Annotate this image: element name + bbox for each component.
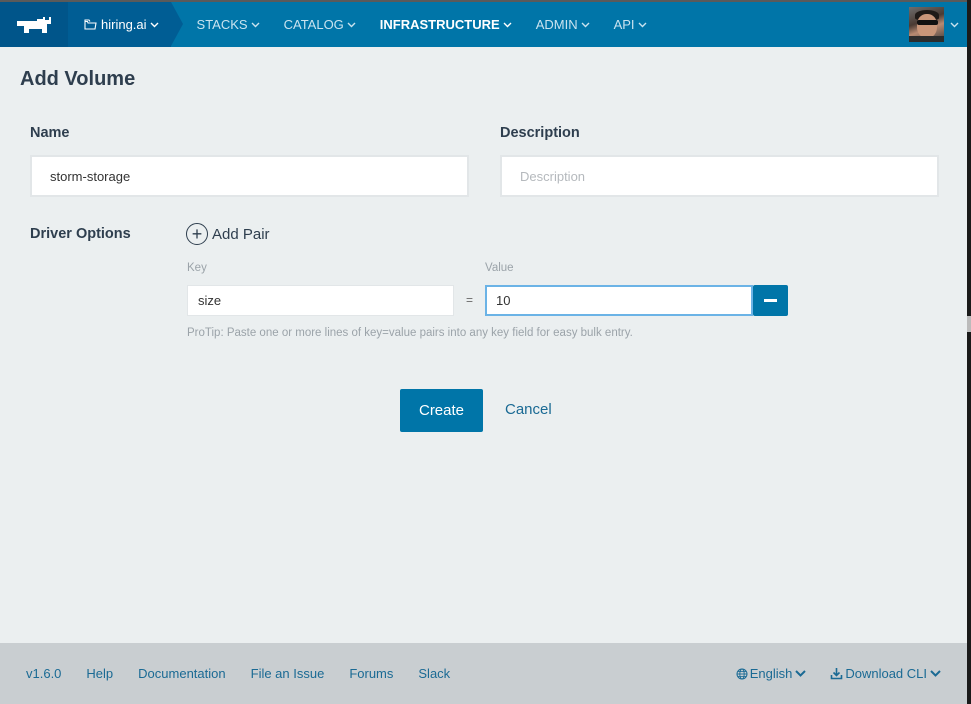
cow-logo-icon [17, 16, 51, 33]
footer-link-help[interactable]: Help [86, 666, 113, 681]
nav-stacks-label: STACKS [196, 17, 248, 32]
name-input[interactable] [30, 155, 469, 197]
plus-circle-icon: + [186, 223, 208, 245]
remove-pair-button[interactable] [753, 285, 788, 316]
chevron-down-icon [251, 22, 260, 27]
minus-icon [764, 299, 777, 302]
user-menu[interactable] [909, 2, 967, 47]
nav-infrastructure-label: INFRASTRUCTURE [379, 17, 500, 32]
nav-api-label: API [613, 17, 635, 32]
folder-icon [84, 19, 97, 30]
top-nav-bar: hiring.ai STACKS CATALOG INFRASTRUCTURE … [0, 2, 967, 47]
user-avatar [909, 7, 944, 42]
driver-options-label: Driver Options [30, 226, 131, 242]
language-selector[interactable]: English [736, 666, 809, 681]
scrollbar-thumb[interactable] [967, 316, 971, 332]
page-title: Add Volume [20, 68, 136, 90]
name-label: Name [30, 125, 70, 141]
key-label: Key [187, 262, 207, 274]
add-pair-button[interactable]: + Add Pair [186, 223, 270, 245]
chevron-down-icon [503, 22, 512, 27]
window-right-edge [967, 0, 971, 704]
cancel-button[interactable]: Cancel [505, 401, 552, 418]
environment-switcher[interactable]: hiring.ai [68, 2, 183, 47]
language-label: English [749, 666, 793, 681]
nav-stacks[interactable]: STACKS [185, 2, 272, 47]
value-label: Value [485, 262, 514, 274]
equals-sign: = [466, 293, 474, 307]
globe-icon [736, 668, 748, 679]
chevron-down-icon [950, 22, 959, 27]
protip-text: ProTip: Paste one or more lines of key=v… [187, 327, 633, 339]
create-button[interactable]: Create [400, 389, 483, 432]
key-input[interactable] [187, 285, 454, 316]
download-cli-label: Download CLI [845, 666, 927, 681]
nav-admin[interactable]: ADMIN [524, 2, 602, 47]
version-link[interactable]: v1.6.0 [26, 666, 61, 681]
download-icon [831, 668, 843, 680]
chevron-down-icon [150, 22, 159, 27]
chevron-down-icon [581, 22, 590, 27]
description-label: Description [500, 125, 580, 141]
nav-infrastructure[interactable]: INFRASTRUCTURE [368, 2, 524, 47]
footer-link-forums[interactable]: Forums [349, 666, 393, 681]
description-input[interactable] [500, 155, 939, 197]
add-pair-label: Add Pair [212, 225, 270, 243]
rancher-logo[interactable] [0, 2, 68, 47]
download-cli-menu[interactable]: Download CLI [830, 666, 943, 681]
chevron-down-icon [930, 670, 941, 677]
main-nav: STACKS CATALOG INFRASTRUCTURE ADMIN API [185, 2, 659, 47]
environment-name: hiring.ai [101, 17, 147, 32]
value-input[interactable] [485, 285, 753, 316]
nav-catalog[interactable]: CATALOG [272, 2, 368, 47]
nav-api[interactable]: API [602, 2, 659, 47]
chevron-down-icon [638, 22, 647, 27]
footer-link-slack[interactable]: Slack [418, 666, 450, 681]
footer-link-file-issue[interactable]: File an Issue [251, 666, 325, 681]
nav-admin-label: ADMIN [535, 17, 578, 32]
chevron-down-icon [795, 670, 807, 677]
chevron-down-icon [347, 22, 356, 27]
footer-link-documentation[interactable]: Documentation [138, 666, 225, 681]
nav-catalog-label: CATALOG [283, 17, 344, 32]
footer: v1.6.0 Help Documentation File an Issue … [0, 643, 967, 704]
